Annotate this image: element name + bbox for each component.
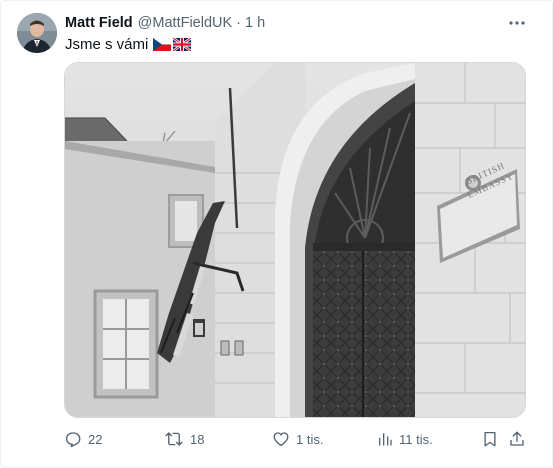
repost-button[interactable]: 18	[164, 428, 204, 450]
reply-count: 22	[88, 431, 103, 447]
views-count: 11 tis.	[399, 431, 433, 447]
tweet-photo[interactable]: BRITISH EMBASSY	[64, 62, 526, 418]
like-button[interactable]: 1 tis.	[272, 428, 323, 450]
tweet-timestamp[interactable]: 1 h	[245, 15, 265, 31]
uk-flag-icon	[173, 37, 192, 51]
tweet-text: Jsme s vámi	[65, 34, 192, 54]
czech-flag-icon	[153, 37, 172, 51]
tweet-header: Matt Field @MattFieldUK · 1 h	[65, 13, 265, 33]
more-icon	[509, 21, 525, 25]
like-count: 1 tis.	[296, 431, 324, 447]
bookmark-icon	[484, 431, 496, 447]
author-name[interactable]: Matt Field	[65, 15, 133, 31]
embassy-photo	[65, 63, 525, 417]
repost-count: 18	[190, 431, 205, 447]
author-handle[interactable]: @MattFieldUK	[138, 15, 233, 31]
avatar[interactable]	[17, 13, 57, 53]
bookmark-button[interactable]	[481, 428, 499, 450]
tweet-text-content: Jsme s vámi	[65, 35, 149, 53]
action-bar: 22 18 1 tis. 11 tis.	[64, 428, 526, 450]
like-icon	[273, 432, 289, 447]
share-button[interactable]	[508, 428, 526, 450]
reply-button[interactable]: 22	[64, 428, 102, 450]
repost-icon	[165, 432, 183, 446]
reply-icon	[65, 432, 81, 448]
views-button[interactable]: 11 tis.	[377, 428, 433, 450]
views-icon	[379, 433, 392, 446]
share-icon	[510, 431, 524, 446]
tweet-card[interactable]: Matt Field @MattFieldUK · 1 h Jsme s vám…	[0, 0, 553, 468]
more-button[interactable]	[503, 11, 531, 35]
header-separator: ·	[236, 15, 242, 31]
avatar-image	[17, 13, 57, 53]
